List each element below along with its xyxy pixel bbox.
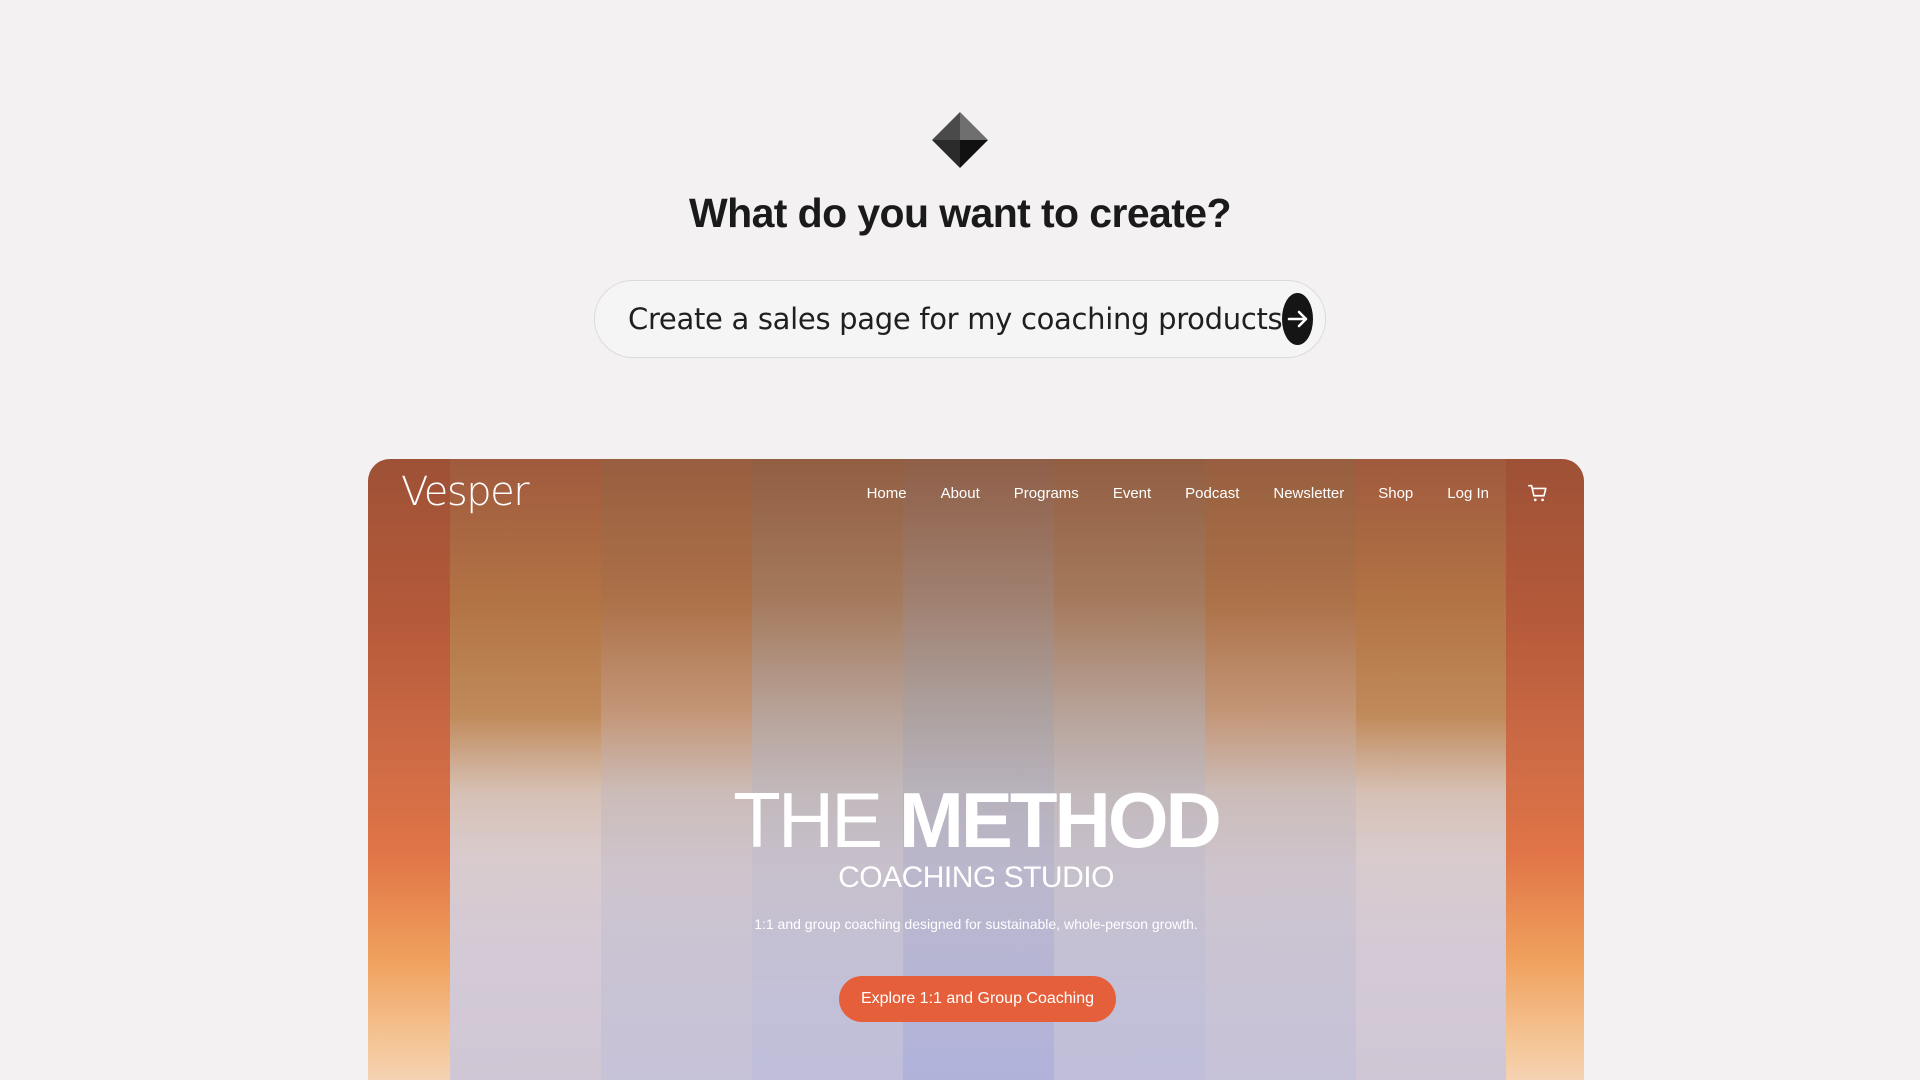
- nav-login[interactable]: Log In: [1447, 485, 1489, 502]
- nav-about[interactable]: About: [941, 485, 980, 502]
- prompt-input[interactable]: Create a sales page for my coaching prod…: [594, 280, 1326, 358]
- nav-programs[interactable]: Programs: [1014, 485, 1079, 502]
- nav-event[interactable]: Event: [1113, 485, 1151, 502]
- prompt-input-value[interactable]: Create a sales page for my coaching prod…: [628, 302, 1283, 336]
- arrow-right-icon: [1287, 310, 1307, 328]
- gradient-stripe: [450, 459, 601, 1080]
- website-preview: Vesper Home About Programs Event Podcast…: [368, 459, 1584, 1080]
- nav-newsletter[interactable]: Newsletter: [1273, 485, 1344, 502]
- nav-home[interactable]: Home: [867, 485, 907, 502]
- page: What do you want to create? Create a sal…: [0, 0, 1920, 1080]
- hero-title: THE METHOD: [368, 781, 1584, 859]
- cart-icon[interactable]: [1527, 482, 1549, 504]
- gradient-stripe: [1356, 459, 1506, 1080]
- hero-description: 1:1 and group coaching designed for sust…: [754, 916, 1198, 932]
- nav-shop[interactable]: Shop: [1378, 485, 1413, 502]
- explore-coaching-button[interactable]: Explore 1:1 and Group Coaching: [839, 976, 1116, 1022]
- site-logo[interactable]: Vesper: [401, 469, 530, 515]
- hero-title-bold: METHOD: [898, 776, 1222, 864]
- site-nav: Home About Programs Event Podcast Newsle…: [833, 478, 1549, 508]
- gradient-stripe: [1205, 459, 1356, 1080]
- nav-podcast[interactable]: Podcast: [1185, 485, 1239, 502]
- hero-subtitle: COACHING STUDIO: [838, 861, 1114, 894]
- page-heading: What do you want to create?: [689, 190, 1231, 236]
- diamond-logo-icon: [932, 112, 988, 168]
- submit-button[interactable]: [1282, 293, 1313, 345]
- hero-title-light: THE: [733, 776, 883, 864]
- gradient-stripe: [601, 459, 752, 1080]
